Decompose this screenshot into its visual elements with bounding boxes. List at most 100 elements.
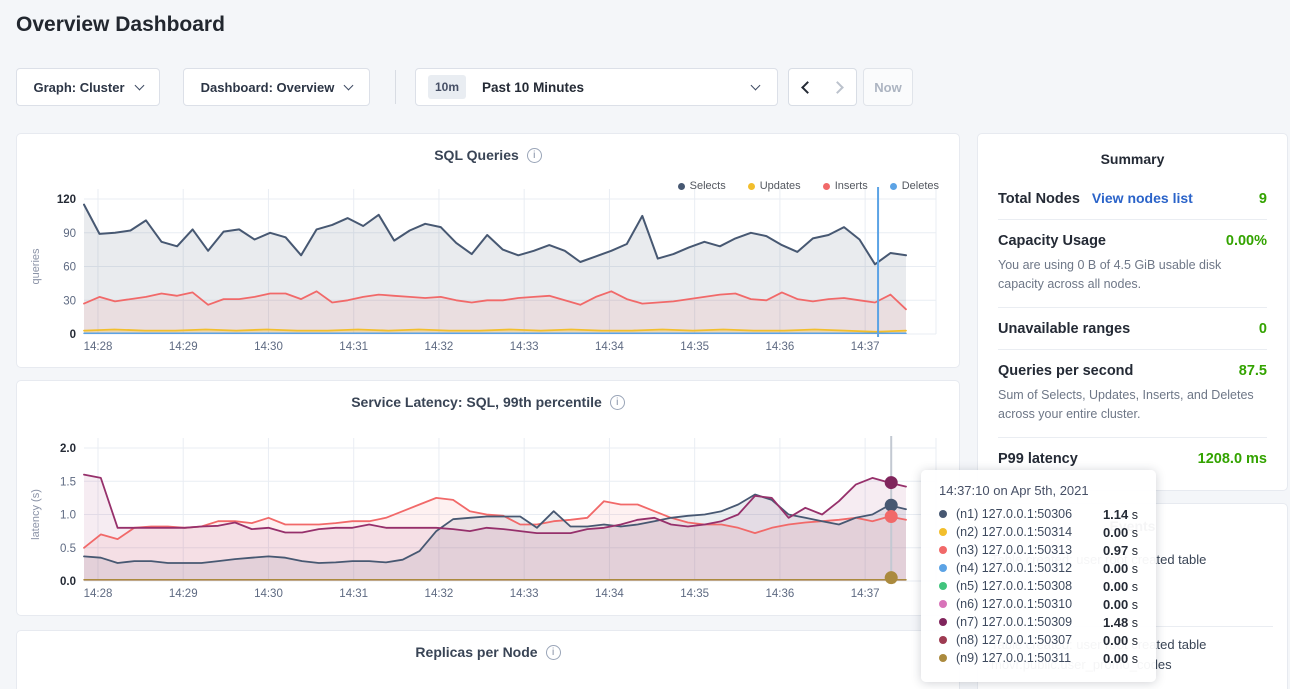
tooltip-row: (n3) 127.0.0.1:503130.97 s bbox=[939, 541, 1138, 559]
chevron-left-icon bbox=[801, 81, 814, 94]
replicas-per-node-title-text: Replicas per Node bbox=[415, 644, 537, 660]
svg-text:14:29: 14:29 bbox=[169, 341, 198, 353]
tooltip-node-label: (n5) 127.0.0.1:50308 bbox=[956, 579, 1072, 593]
summary-row-value: 0 bbox=[1259, 321, 1267, 337]
svg-text:queries: queries bbox=[30, 248, 42, 285]
tooltip-node-label: (n7) 127.0.0.1:50309 bbox=[956, 615, 1072, 629]
svg-text:0: 0 bbox=[70, 329, 76, 341]
tooltip-row: (n5) 127.0.0.1:50308 0.00 s bbox=[939, 577, 1138, 595]
tooltip-node-label: (n8) 127.0.0.1:50307 bbox=[956, 633, 1072, 647]
svg-text:latency (s): latency (s) bbox=[30, 489, 42, 540]
tooltip-node-value: 0.00 s bbox=[1103, 597, 1138, 612]
summary-row: Total Nodes View nodes list 9 bbox=[998, 177, 1267, 219]
node-color-dot-icon bbox=[939, 528, 947, 536]
svg-text:14:28: 14:28 bbox=[84, 341, 113, 353]
summary-row-value: 87.5 bbox=[1239, 363, 1267, 379]
svg-text:14:34: 14:34 bbox=[595, 341, 624, 353]
toolbar-divider bbox=[395, 70, 396, 104]
tooltip-row: (n1) 127.0.0.1:503061.14 s bbox=[939, 505, 1138, 523]
svg-text:14:31: 14:31 bbox=[339, 588, 368, 600]
view-nodes-list-link[interactable]: View nodes list bbox=[1092, 190, 1193, 206]
summary-row-line: P99 latency 1208.0 ms bbox=[998, 451, 1267, 467]
svg-text:14:37: 14:37 bbox=[851, 588, 880, 600]
node-color-dot-icon bbox=[939, 618, 947, 626]
chevron-right-icon bbox=[831, 81, 844, 94]
summary-row: Capacity Usage0.00%You are using 0 B of … bbox=[998, 219, 1267, 307]
summary-row-label: Total Nodes bbox=[998, 191, 1080, 207]
page-title: Overview Dashboard bbox=[16, 13, 225, 37]
time-next-button[interactable] bbox=[822, 68, 857, 106]
summary-panel: Summary Total Nodes View nodes list 9 Capac… bbox=[977, 133, 1288, 491]
graph-scope-dropdown-label: Graph: Cluster bbox=[33, 80, 124, 95]
time-range-dropdown[interactable]: 10m Past 10 Minutes bbox=[415, 68, 778, 106]
svg-text:90: 90 bbox=[63, 228, 76, 240]
time-prev-button[interactable] bbox=[788, 68, 823, 106]
chart-hover-tooltip: 14:37:10 on Apr 5th, 2021 (n1) 127.0.0.1… bbox=[921, 470, 1156, 682]
tooltip-node-label: (n1) 127.0.0.1:50306 bbox=[956, 507, 1072, 521]
summary-row-value: 9 bbox=[1259, 191, 1267, 207]
svg-text:14:37: 14:37 bbox=[851, 341, 880, 353]
svg-text:14:33: 14:33 bbox=[510, 588, 539, 600]
summary-row-line: Queries per second 87.5 bbox=[998, 363, 1267, 379]
summary-row: Unavailable ranges 0 bbox=[998, 307, 1267, 349]
svg-text:14:33: 14:33 bbox=[510, 341, 539, 353]
tooltip-node-label: (n6) 127.0.0.1:50310 bbox=[956, 597, 1072, 611]
graph-scope-dropdown[interactable]: Graph: Cluster bbox=[16, 68, 160, 106]
sql-queries-panel: SQL Queries i SelectsUpdatesInsertsDelet… bbox=[16, 133, 960, 368]
now-button[interactable]: Now bbox=[863, 68, 913, 106]
svg-text:1.0: 1.0 bbox=[60, 510, 76, 522]
node-color-dot-icon bbox=[939, 636, 947, 644]
chevron-down-icon bbox=[134, 80, 144, 90]
svg-text:0.0: 0.0 bbox=[60, 576, 76, 588]
tooltip-row: (n9) 127.0.0.1:50311 0.00 s bbox=[939, 649, 1138, 667]
summary-row-label: Capacity Usage bbox=[998, 233, 1106, 249]
node-color-dot-icon bbox=[939, 510, 947, 518]
svg-text:14:36: 14:36 bbox=[766, 588, 795, 600]
tooltip-timestamp: 14:37:10 on Apr 5th, 2021 bbox=[939, 483, 1138, 498]
tooltip-row: (n6) 127.0.0.1:50310 0.00 s bbox=[939, 595, 1138, 613]
tooltip-rows: (n1) 127.0.0.1:503061.14 s (n2) 127.0.0.1… bbox=[939, 505, 1138, 667]
svg-text:14:35: 14:35 bbox=[680, 588, 709, 600]
tooltip-node-label: (n2) 127.0.0.1:50314 bbox=[956, 525, 1072, 539]
tooltip-node-label: (n9) 127.0.0.1:50311 bbox=[956, 651, 1071, 665]
summary-rows: Total Nodes View nodes list 9 Capacity Usag… bbox=[998, 177, 1267, 479]
tooltip-node-value: 0.00 s bbox=[1103, 651, 1138, 666]
summary-row-label: Queries per second bbox=[998, 363, 1133, 379]
summary-row-description: Sum of Selects, Updates, Inserts, and De… bbox=[998, 386, 1267, 425]
replicas-per-node-panel: Replicas per Node i bbox=[16, 630, 960, 689]
svg-text:1.5: 1.5 bbox=[60, 476, 76, 488]
svg-text:14:36: 14:36 bbox=[766, 341, 795, 353]
summary-row-value: 0.00% bbox=[1226, 233, 1267, 249]
summary-row-label: Unavailable ranges bbox=[998, 321, 1130, 337]
tooltip-node-value: 0.00 s bbox=[1103, 561, 1138, 576]
sql-queries-chart[interactable]: 030609012014:2814:2914:3014:3114:3214:33… bbox=[17, 134, 959, 367]
info-icon[interactable]: i bbox=[546, 645, 561, 660]
svg-text:14:28: 14:28 bbox=[84, 588, 113, 600]
tooltip-row: (n4) 127.0.0.1:503120.00 s bbox=[939, 559, 1138, 577]
summary-row-value: 1208.0 ms bbox=[1198, 451, 1267, 467]
summary-header: Summary bbox=[998, 147, 1267, 177]
summary-row-line: Unavailable ranges 0 bbox=[998, 321, 1267, 337]
node-color-dot-icon bbox=[939, 564, 947, 572]
summary-row-label: P99 latency bbox=[998, 451, 1078, 467]
summary-row-line: Total Nodes View nodes list 9 bbox=[998, 190, 1267, 207]
tooltip-node-value: 0.97 s bbox=[1103, 543, 1138, 558]
time-range-badge: 10m bbox=[428, 75, 466, 99]
service-latency-chart[interactable]: 0.00.51.01.52.014:2814:2914:3014:3114:32… bbox=[17, 381, 959, 615]
svg-text:120: 120 bbox=[57, 194, 76, 206]
svg-text:14:30: 14:30 bbox=[254, 588, 283, 600]
svg-text:14:29: 14:29 bbox=[169, 588, 198, 600]
tooltip-row: (n8) 127.0.0.1:503070.00 s bbox=[939, 631, 1138, 649]
svg-text:14:31: 14:31 bbox=[339, 341, 368, 353]
dashboard-dropdown[interactable]: Dashboard: Overview bbox=[183, 68, 370, 106]
node-color-dot-icon bbox=[939, 654, 947, 662]
overview-dashboard-page: Overview Dashboard Graph: Cluster Dashbo… bbox=[0, 0, 1290, 689]
chevron-down-icon bbox=[344, 80, 354, 90]
service-latency-panel: Service Latency: SQL, 99th percentile i … bbox=[16, 380, 960, 616]
svg-text:14:32: 14:32 bbox=[425, 588, 454, 600]
summary-row: Queries per second 87.5 Sum of Selects, Up… bbox=[998, 349, 1267, 437]
node-color-dot-icon bbox=[939, 600, 947, 608]
svg-text:30: 30 bbox=[63, 295, 76, 307]
tooltip-node-value: 1.48 s bbox=[1103, 615, 1138, 630]
tooltip-node-value: 0.00 s bbox=[1103, 579, 1138, 594]
